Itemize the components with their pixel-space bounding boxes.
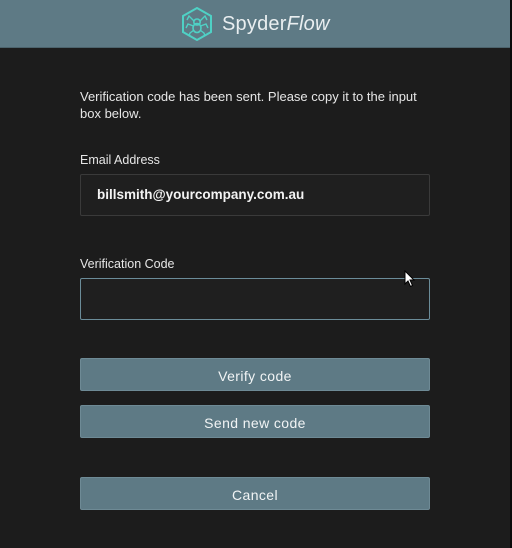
- info-message: Verification code has been sent. Please …: [80, 89, 417, 121]
- mouse-pointer-icon: [404, 270, 416, 288]
- brand-name-main: Spyder: [222, 12, 287, 35]
- verification-code-label: Verification Code: [80, 257, 175, 271]
- brand-name: SpyderFlow: [222, 13, 330, 36]
- spider-icon: [182, 7, 212, 41]
- email-value: billsmith@yourcompany.com.au: [97, 187, 305, 202]
- email-label: Email Address: [80, 153, 160, 167]
- email-field: billsmith@yourcompany.com.au: [80, 174, 430, 216]
- verify-code-button[interactable]: Verify code: [80, 358, 430, 391]
- send-new-code-button[interactable]: Send new code: [80, 405, 430, 438]
- verification-dialog: SpyderFlow Verification code has been se…: [0, 0, 512, 548]
- brand-name-accent: Flow: [286, 12, 330, 35]
- brand-logo: SpyderFlow: [180, 7, 330, 41]
- app-header: SpyderFlow: [0, 0, 510, 48]
- verification-code-input[interactable]: [81, 279, 429, 319]
- verification-code-field[interactable]: [80, 278, 430, 320]
- cancel-button[interactable]: Cancel: [80, 477, 430, 510]
